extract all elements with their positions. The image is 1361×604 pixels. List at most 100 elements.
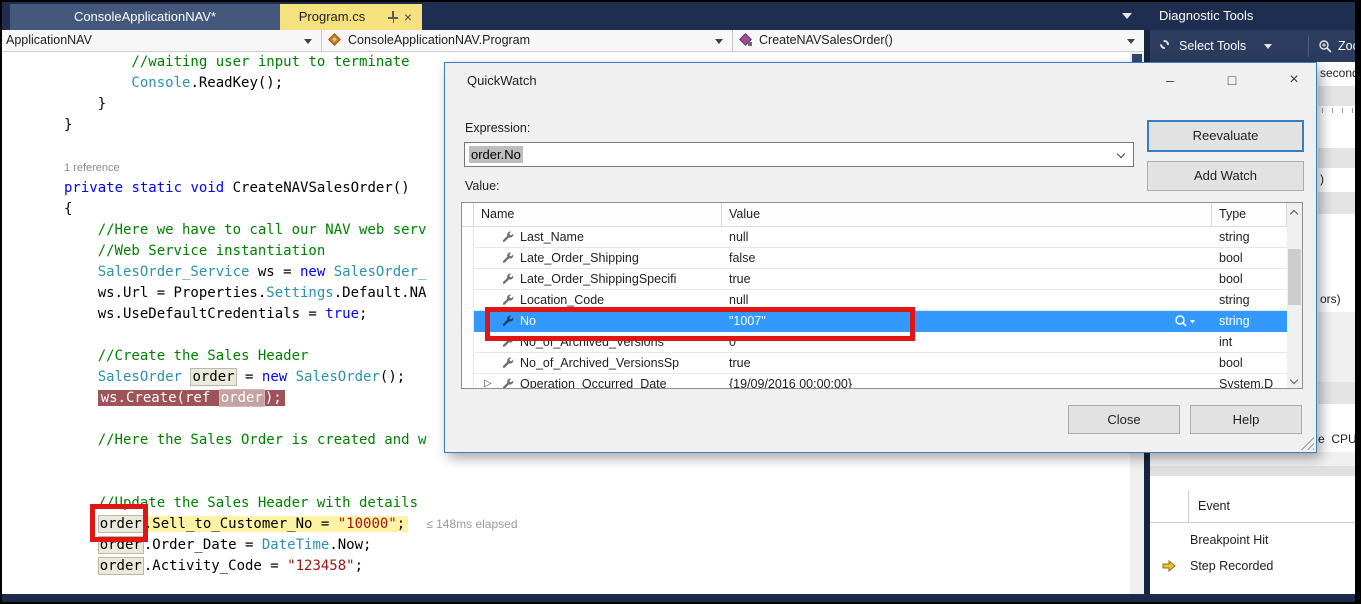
cell-type: string [1212, 227, 1287, 248]
project-dropdown[interactable]: ApplicationNAV [2, 30, 322, 52]
cell-type: string [1212, 290, 1287, 311]
expander-icon[interactable]: ▷ [484, 374, 492, 389]
cell-value: null [722, 227, 1212, 248]
cell-name: ▷Operation_Occurred_Date [474, 374, 722, 389]
help-button[interactable]: Help [1190, 405, 1302, 434]
select-tools-button[interactable]: Select Tools [1179, 30, 1246, 62]
cell-value: true [722, 269, 1212, 290]
cpu-label: CPU [1331, 432, 1355, 446]
close-button[interactable]: Close [1068, 405, 1180, 434]
ruler-ticks [1318, 106, 1355, 122]
event-row-breakpoint-hit[interactable]: Breakpoint Hit [1190, 528, 1269, 552]
cell-name: Late_Order_ShippingSpecifi [474, 269, 722, 290]
table-row[interactable]: Last_Namenullstring [462, 227, 1287, 248]
chevron-down-icon [715, 39, 723, 44]
label-fragment-paren: ) [1318, 168, 1355, 192]
diagnostics-lower-panel: Event Breakpoint Hit Step Recorded [1150, 452, 1355, 594]
expression-combobox[interactable]: order.No [464, 142, 1134, 167]
expression-value: order.No [469, 146, 523, 163]
table-vertical-scrollbar[interactable] [1287, 203, 1302, 389]
table-row[interactable]: No_of_Archived_VersionsSptruebool [462, 353, 1287, 374]
events-panel: Event Breakpoint Hit Step Recorded [1150, 476, 1355, 594]
member-dropdown[interactable]: CreateNAVSalesOrder() [733, 30, 1144, 52]
cell-type: bool [1212, 353, 1287, 374]
cpu-tab-fragment[interactable]: e CPU [1318, 427, 1355, 452]
code-line[interactable] [64, 451, 544, 472]
tab-program-cs-label: Program.cs [299, 9, 365, 24]
column-header-name[interactable]: Name [474, 203, 722, 227]
resize-grip[interactable] [1299, 435, 1314, 450]
wrench-icon [502, 252, 515, 265]
header-divider [1150, 522, 1355, 523]
cell-type: System.D [1212, 374, 1287, 389]
wrench-icon [502, 273, 515, 286]
value-label: Value: [465, 179, 500, 193]
cell-name: Last_Name [474, 227, 722, 248]
expression-label: Expression: [465, 121, 530, 135]
type-dropdown-label: ConsoleApplicationNAV.Program [348, 30, 530, 51]
tab-consoleapplicationnav[interactable]: ConsoleApplicationNAV* [10, 4, 280, 30]
annotation-box-no-row [485, 307, 915, 341]
cell-type: bool [1212, 248, 1287, 269]
watch-table-header: Name Value Type [462, 203, 1302, 227]
document-well-dropdown-icon[interactable] [1122, 13, 1132, 19]
add-watch-button[interactable]: Add Watch [1147, 161, 1304, 191]
project-dropdown-label: ApplicationNAV [6, 30, 92, 51]
member-dropdown-label: CreateNAVSalesOrder() [759, 30, 893, 51]
type-dropdown[interactable]: ConsoleApplicationNAV.Program [322, 30, 733, 52]
tab-program-cs[interactable]: Program.cs × [280, 4, 422, 30]
code-line[interactable] [64, 472, 544, 493]
tab-close-icon[interactable]: × [400, 4, 416, 30]
maximize-icon[interactable]: □ [1219, 69, 1245, 91]
annotation-box-order [90, 504, 148, 542]
vs-window: ConsoleApplicationNAV* Program.cs × Diag… [2, 2, 1355, 602]
scroll-up-icon[interactable] [1290, 210, 1298, 218]
code-line[interactable] [64, 577, 544, 594]
editor-navigation-bar: ApplicationNAV ConsoleApplicationNAV.Pro… [2, 30, 1144, 52]
chevron-down-icon [1264, 44, 1272, 49]
reevaluate-button[interactable]: Reevaluate [1147, 120, 1304, 152]
code-line[interactable]: order.Activity_Code = "123458"; [64, 556, 544, 577]
cell-value: false [722, 248, 1212, 269]
column-divider [1188, 490, 1189, 522]
magnifier-icon [1318, 39, 1333, 54]
magnifier-icon[interactable] [1174, 314, 1196, 329]
cell-value: true [722, 353, 1212, 374]
chevron-down-icon[interactable] [1117, 150, 1125, 158]
label-fragment-e: e [1318, 432, 1325, 446]
table-row[interactable]: ▷Operation_Occurred_Date{19/09/2016 00:0… [462, 374, 1287, 389]
wrench-icon [502, 294, 515, 307]
cell-type: string [1212, 311, 1287, 332]
pin-icon[interactable] [388, 11, 398, 23]
zoom-in-button[interactable]: Zoom In [1338, 30, 1355, 62]
toolbar-separator [1308, 35, 1309, 57]
close-icon[interactable]: × [1281, 69, 1307, 91]
column-header-value[interactable]: Value [722, 203, 1212, 227]
wrench-icon [502, 231, 515, 244]
wrench-icon [502, 357, 515, 370]
cell-name: Late_Order_Shipping [474, 248, 722, 269]
lock-icon [748, 42, 752, 46]
cell-type: bool [1212, 269, 1287, 290]
event-column-header: Event [1198, 490, 1230, 522]
column-header-type[interactable]: Type [1212, 203, 1287, 227]
chevron-down-icon [1127, 39, 1135, 44]
minimize-icon[interactable]: – [1157, 69, 1183, 91]
diagnostics-graph-strip: second ) ors) [1318, 62, 1355, 452]
scroll-down-icon[interactable] [1290, 376, 1298, 384]
horizontal-scrollbar[interactable] [2, 594, 1355, 602]
cell-type: int [1212, 332, 1287, 353]
table-row[interactable]: Late_Order_Shippingfalsebool [462, 248, 1287, 269]
seconds-label: second [1318, 62, 1355, 86]
diagnostic-tools-panel-title: Diagnostic Tools [1159, 2, 1253, 30]
cell-name: No_of_Archived_VersionsSp [474, 353, 722, 374]
scrollbar-thumb[interactable] [1288, 249, 1301, 305]
step-arrow-icon [1162, 560, 1176, 572]
table-row[interactable]: Late_Order_ShippingSpecifitruebool [462, 269, 1287, 290]
screenshot-frame: ConsoleApplicationNAV* Program.cs × Diag… [0, 0, 1361, 604]
wrench-icon [502, 378, 515, 389]
event-row-step-recorded[interactable]: Step Recorded [1190, 554, 1273, 578]
label-fragment-ors: ors) [1318, 288, 1355, 312]
chevron-down-icon [304, 39, 312, 44]
dialog-title: QuickWatch [467, 73, 537, 88]
